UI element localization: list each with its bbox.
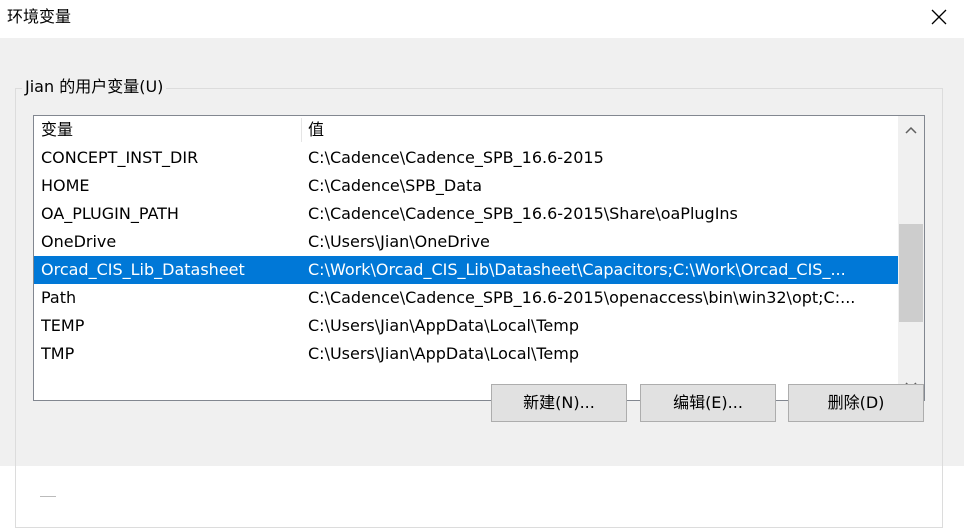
scroll-up-button[interactable] [898,118,924,142]
close-button[interactable] [916,0,962,34]
column-header-value[interactable]: 值 [308,116,324,144]
variable-name: CONCEPT_INST_DIR [41,148,199,167]
vertical-scrollbar[interactable] [898,116,924,400]
user-variables-group-label: Jian 的用户变量(U) [22,76,167,98]
column-divider[interactable] [301,118,302,142]
variable-value: C:\Users\Jian\AppData\Local\Temp [308,344,579,363]
variable-value: C:\Users\Jian\AppData\Local\Temp [308,316,579,335]
variable-name: HOME [41,176,90,195]
title-bar: 环境变量 [0,0,964,38]
list-row-selected[interactable]: Orcad_CIS_Lib_Datasheet C:\Work\Orcad_CI… [34,256,898,284]
new-button[interactable]: 新建(N)... [491,384,627,422]
scrollbar-thumb[interactable] [899,224,923,322]
list-rows: CONCEPT_INST_DIR C:\Cadence\Cadence_SPB_… [34,144,898,368]
variable-value: C:\Cadence\Cadence_SPB_16.6-2015\Share\o… [308,204,738,223]
variable-value: C:\Work\Orcad_CIS_Lib\Datasheet\Capacito… [308,260,846,279]
variable-name: OneDrive [41,232,117,251]
list-row[interactable]: HOME C:\Cadence\SPB_Data [34,172,898,200]
delete-button[interactable]: 删除(D) [788,384,924,422]
user-variables-list[interactable]: 变量 值 CONCEPT_INST_DIR C:\Cadence\Cadence… [33,115,925,401]
column-header-name[interactable]: 变量 [41,116,73,144]
list-row[interactable]: TMP C:\Users\Jian\AppData\Local\Temp [34,340,898,368]
edit-button[interactable]: 编辑(E)... [640,384,776,422]
list-row[interactable]: TEMP C:\Users\Jian\AppData\Local\Temp [34,312,898,340]
variable-value: C:\Users\Jian\OneDrive [308,232,490,251]
list-row[interactable]: OneDrive C:\Users\Jian\OneDrive [34,228,898,256]
variable-name: TEMP [41,316,85,335]
chevron-up-icon [905,126,917,134]
list-header: 变量 值 [34,116,898,144]
variable-value: C:\Cadence\SPB_Data [308,176,483,195]
window-title: 环境变量 [7,7,72,26]
next-group-peek [40,496,56,505]
list-row[interactable]: OA_PLUGIN_PATH C:\Cadence\Cadence_SPB_16… [34,200,898,228]
dialog-client-area: Jian 的用户变量(U) 变量 值 CONCEPT_INST_DIR C:\C… [0,38,964,528]
variable-name: Orcad_CIS_Lib_Datasheet [41,260,245,279]
list-row[interactable]: CONCEPT_INST_DIR C:\Cadence\Cadence_SPB_… [34,144,898,172]
variable-name: TMP [41,344,75,363]
variable-name: OA_PLUGIN_PATH [41,204,179,223]
close-icon [931,9,947,25]
variable-value: C:\Cadence\Cadence_SPB_16.6-2015 [308,148,604,167]
list-row[interactable]: Path C:\Cadence\Cadence_SPB_16.6-2015\op… [34,284,898,312]
variable-value: C:\Cadence\Cadence_SPB_16.6-2015\openacc… [308,288,856,307]
variable-name: Path [41,288,77,307]
